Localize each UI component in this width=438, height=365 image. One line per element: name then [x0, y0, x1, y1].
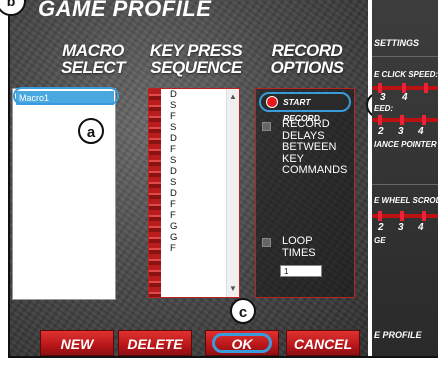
- scroll-up-icon[interactable]: ▲: [227, 91, 239, 103]
- key-sequence-strip: [149, 89, 161, 297]
- loop-times-input[interactable]: 1: [280, 265, 322, 277]
- pointer-label: IANCE POINTER: [374, 140, 437, 149]
- record-delays-label: RECORD DELAYS BETWEEN KEY COMMANDS: [282, 118, 348, 177]
- ok-highlight-oval: [212, 333, 272, 353]
- new-button[interactable]: NEW: [40, 330, 114, 356]
- profile-label: E PROFILE: [374, 330, 422, 340]
- slider-tick: [424, 83, 428, 93]
- speed-label: EED:: [374, 104, 394, 113]
- divider: [372, 56, 438, 57]
- slider-tick: [422, 115, 426, 125]
- cancel-button[interactable]: CANCEL: [286, 330, 360, 356]
- wheel-scroll-label: E WHEEL SCROL: [374, 196, 438, 205]
- key-sequence-item[interactable]: D: [170, 188, 222, 199]
- slider-value: 2: [378, 222, 384, 233]
- key-sequence-item[interactable]: F: [170, 199, 222, 210]
- slider-value: 3: [380, 92, 386, 103]
- key-sequence-item[interactable]: F: [170, 210, 222, 221]
- key-sequence-item[interactable]: G: [170, 232, 222, 243]
- slider-value: 3: [398, 222, 404, 233]
- key-sequence-item[interactable]: F: [170, 111, 222, 122]
- key-sequence-item[interactable]: F: [170, 243, 222, 254]
- slider-value: 3: [398, 126, 404, 137]
- label-line: LOOP: [282, 235, 313, 247]
- slider-value: 2: [378, 126, 384, 137]
- delete-button[interactable]: DELETE: [118, 330, 192, 356]
- record-dot-icon: [266, 96, 278, 108]
- scroll-down-icon[interactable]: ▼: [227, 283, 239, 295]
- range-label: GE: [374, 236, 386, 245]
- slider-tick: [378, 211, 382, 221]
- key-sequence-item[interactable]: D: [170, 133, 222, 144]
- heading-line: SELECT: [60, 58, 126, 77]
- key-sequence-item[interactable]: D: [170, 166, 222, 177]
- key-press-sequence-list[interactable]: DSFSDFSDSDFFGGF ▲ ▼: [148, 88, 240, 298]
- key-sequence-item[interactable]: S: [170, 155, 222, 166]
- page-title: GAME PROFILE: [38, 0, 212, 21]
- key-sequence-item[interactable]: S: [170, 177, 222, 188]
- heading-line: KEY PRESS: [149, 41, 243, 60]
- macro-select-list[interactable]: Macro1: [12, 87, 119, 300]
- divider: [372, 184, 438, 185]
- callout-c: c: [230, 298, 256, 324]
- record-delays-checkbox[interactable]: [262, 122, 271, 131]
- panel-border: [8, 0, 10, 358]
- loop-times-checkbox[interactable]: [262, 238, 271, 247]
- settings-heading: SETTINGS: [374, 38, 420, 48]
- key-sequence-items: DSFSDFSDSDFFGGF: [170, 89, 222, 254]
- panel-border: [8, 356, 438, 358]
- slider-value: 4: [402, 92, 408, 103]
- heading-line: OPTIONS: [270, 58, 344, 77]
- label-line: RECORD: [282, 118, 330, 130]
- key-press-sequence-heading: KEY PRESS SEQUENCE: [148, 42, 244, 76]
- heading-line: RECORD: [271, 41, 343, 60]
- key-sequence-item[interactable]: S: [170, 122, 222, 133]
- key-sequence-item[interactable]: F: [170, 144, 222, 155]
- key-sequence-scrollbar[interactable]: ▲ ▼: [226, 89, 239, 297]
- key-sequence-item[interactable]: D: [170, 89, 222, 100]
- key-sequence-item[interactable]: S: [170, 100, 222, 111]
- heading-line: SEQUENCE: [150, 58, 242, 77]
- label-line: TIMES: [282, 246, 316, 259]
- slider-tick: [400, 115, 404, 125]
- loop-times-label: LOOP TIMES: [282, 235, 316, 259]
- slider-value: 4: [418, 126, 424, 137]
- start-record-button[interactable]: START RECORD: [259, 92, 351, 123]
- label-line: COMMANDS: [282, 164, 348, 176]
- slider-tick: [400, 211, 404, 221]
- click-speed-label: E CLICK SPEED:: [374, 70, 438, 79]
- slider-tick: [378, 115, 382, 125]
- macro-select-heading: MACRO SELECT: [48, 42, 138, 76]
- record-options-panel: START RECORD RECORD DELAYS BETWEEN KEY C…: [255, 88, 355, 298]
- heading-line: MACRO: [62, 41, 124, 60]
- highlight-oval: [13, 87, 119, 105]
- settings-side-panel: SETTINGS E CLICK SPEED: 3 4 EED: 2 3 4 I…: [372, 0, 438, 358]
- record-options-heading: RECORD OPTIONS: [262, 42, 352, 76]
- label-line: BETWEEN: [282, 141, 337, 153]
- callout-a: a: [78, 118, 104, 144]
- key-sequence-item[interactable]: G: [170, 221, 222, 232]
- slider-tick: [422, 211, 426, 221]
- slider-value: 4: [418, 222, 424, 233]
- app-window: b GAME PROFILE MACRO SELECT KEY PRESS SE…: [0, 0, 438, 365]
